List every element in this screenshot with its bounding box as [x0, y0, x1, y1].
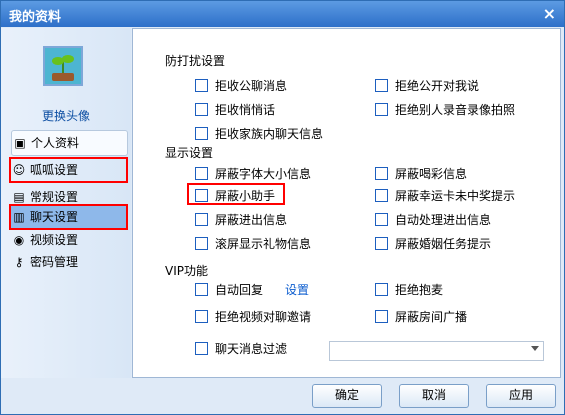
sidebar-item-label: 密码管理	[30, 255, 79, 269]
checkbox[interactable]	[195, 236, 208, 250]
option-label: 屏蔽幸运卡未中奖提示	[395, 188, 516, 203]
option-label: 屏蔽婚姻任务提示	[395, 236, 492, 251]
chat-icon: ▥	[13, 210, 25, 224]
change-avatar-link[interactable]: 更换头像	[1, 107, 131, 124]
option-reject-public-to-me[interactable]: 拒绝公开对我说	[375, 77, 479, 93]
title-bar[interactable]: 我的资料 ×	[1, 1, 564, 27]
option-label: 屏蔽小助手	[215, 188, 276, 203]
option-block-cheer[interactable]: 屏蔽喝彩信息	[375, 165, 467, 181]
option-auto-reply[interactable]: 自动回复 设置	[195, 281, 309, 297]
checkbox[interactable]	[375, 78, 388, 92]
option-label: 拒绝抱麦	[395, 282, 444, 297]
checkbox[interactable]	[375, 188, 388, 202]
sidebar-item-label: 常规设置	[30, 190, 79, 204]
option-label: 拒绝别人录音录像拍照	[395, 102, 516, 117]
sidebar-item-video[interactable]: ◉ 视频设置	[11, 229, 126, 251]
sidebar-item-label: 聊天设置	[30, 210, 79, 224]
option-block-assistant[interactable]: 屏蔽小助手	[195, 187, 275, 203]
option-label: 拒绝公开对我说	[395, 78, 480, 93]
option-reject-recording[interactable]: 拒绝别人录音录像拍照	[375, 101, 515, 117]
avatar[interactable]	[43, 46, 83, 86]
group-title-anti-disturb: 防打扰设置	[165, 54, 226, 68]
dialog-footer: 确定 取消 应用	[1, 378, 564, 414]
checkbox[interactable]	[195, 126, 208, 140]
option-label: 屏蔽字体大小信息	[215, 166, 312, 181]
checkbox[interactable]	[195, 212, 208, 226]
option-label: 拒收悄悄话	[215, 102, 276, 117]
chevron-down-icon[interactable]	[531, 346, 539, 351]
option-reject-video-invite[interactable]: 拒绝视频对聊邀请	[195, 308, 311, 324]
sidebar-item-profile[interactable]: ▣ 个人资料	[11, 130, 128, 156]
option-reject-mic-pull[interactable]: 拒绝抱麦	[375, 281, 443, 297]
option-label: 拒收家族内聊天信息	[215, 126, 324, 141]
sidebar-item-chat[interactable]: ▥ 聊天设置	[9, 204, 128, 230]
key-icon: ⚷	[14, 255, 24, 269]
cancel-button[interactable]: 取消	[399, 384, 469, 408]
sidebar-item-label: 视频设置	[30, 233, 79, 247]
option-label: 屏蔽喝彩信息	[395, 166, 468, 181]
option-label: 聊天消息过滤	[215, 341, 288, 356]
option-label: 拒绝视频对聊邀请	[215, 309, 312, 324]
checkbox[interactable]	[195, 282, 208, 296]
settings-window: 我的资料 × 更换头像 ▣ 个人资料 ☺ 呱呱设置 ▤ 常规设置 ▥ 聊天设置 ◉ 视频设	[0, 0, 565, 415]
option-reject-family-chat[interactable]: 拒收家族内聊天信息	[195, 125, 323, 141]
sidebar-item-general[interactable]: ▤ 常规设置	[11, 186, 126, 208]
window-title: 我的资料	[9, 10, 62, 25]
checkbox[interactable]	[375, 236, 388, 250]
sidebar: 更换头像 ▣ 个人资料 ☺ 呱呱设置 ▤ 常规设置 ▥ 聊天设置 ◉ 视频设置 ⚷ 密码管理	[1, 28, 131, 378]
auto-reply-settings-link[interactable]: 设置	[285, 281, 309, 298]
checkbox[interactable]	[195, 102, 208, 116]
sidebar-item-label: 呱呱设置	[30, 163, 79, 177]
checkbox[interactable]	[375, 309, 388, 323]
option-chat-message-filter[interactable]: 聊天消息过滤	[195, 340, 287, 356]
checkbox[interactable]	[195, 78, 208, 92]
checkbox[interactable]	[195, 188, 208, 202]
option-block-entry-exit[interactable]: 屏蔽进出信息	[195, 211, 287, 227]
filter-select[interactable]	[329, 341, 544, 361]
option-block-marriage-tasks[interactable]: 屏蔽婚姻任务提示	[375, 235, 491, 251]
checkbox[interactable]	[375, 282, 388, 296]
plant-icon	[45, 48, 81, 84]
checkbox[interactable]	[375, 166, 388, 180]
option-reject-whisper[interactable]: 拒收悄悄话	[195, 101, 275, 117]
option-reject-public-chat[interactable]: 拒收公聊消息	[195, 77, 287, 93]
option-label: 屏蔽房间广播	[395, 309, 468, 324]
ok-button[interactable]: 确定	[312, 384, 382, 408]
frog-icon: ☺	[12, 163, 26, 177]
sidebar-item-password[interactable]: ⚷ 密码管理	[11, 251, 126, 273]
checkbox[interactable]	[375, 212, 388, 226]
option-label: 自动回复	[215, 282, 264, 297]
camera-icon: ◉	[13, 233, 25, 247]
settings-panel: 防打扰设置 拒收公聊消息 拒绝公开对我说 拒收悄悄话 拒绝别人录音录像拍照 拒收…	[132, 28, 561, 378]
group-title-display: 显示设置	[165, 146, 214, 160]
checkbox[interactable]	[195, 309, 208, 323]
option-label: 拒收公聊消息	[215, 78, 288, 93]
group-title-vip: VIP功能	[165, 264, 208, 278]
option-block-room-broadcast[interactable]: 屏蔽房间广播	[375, 308, 467, 324]
profile-card-icon: ▣	[14, 136, 26, 150]
checkbox[interactable]	[195, 166, 208, 180]
checkbox[interactable]	[195, 341, 208, 355]
option-auto-entry-exit[interactable]: 自动处理进出信息	[375, 211, 491, 227]
sidebar-item-label: 个人资料	[31, 136, 80, 150]
option-label: 滚屏显示礼物信息	[215, 236, 312, 251]
document-icon: ▤	[13, 190, 25, 204]
option-block-lucky-card[interactable]: 屏蔽幸运卡未中奖提示	[375, 187, 515, 203]
sidebar-item-guagua[interactable]: ☺ 呱呱设置	[9, 157, 128, 183]
checkbox[interactable]	[375, 102, 388, 116]
option-label: 自动处理进出信息	[395, 212, 492, 227]
close-icon[interactable]: ×	[543, 4, 556, 23]
option-block-font-size[interactable]: 屏蔽字体大小信息	[195, 165, 311, 181]
option-label: 屏蔽进出信息	[215, 212, 288, 227]
option-scroll-gift-info[interactable]: 滚屏显示礼物信息	[195, 235, 311, 251]
apply-button[interactable]: 应用	[486, 384, 556, 408]
